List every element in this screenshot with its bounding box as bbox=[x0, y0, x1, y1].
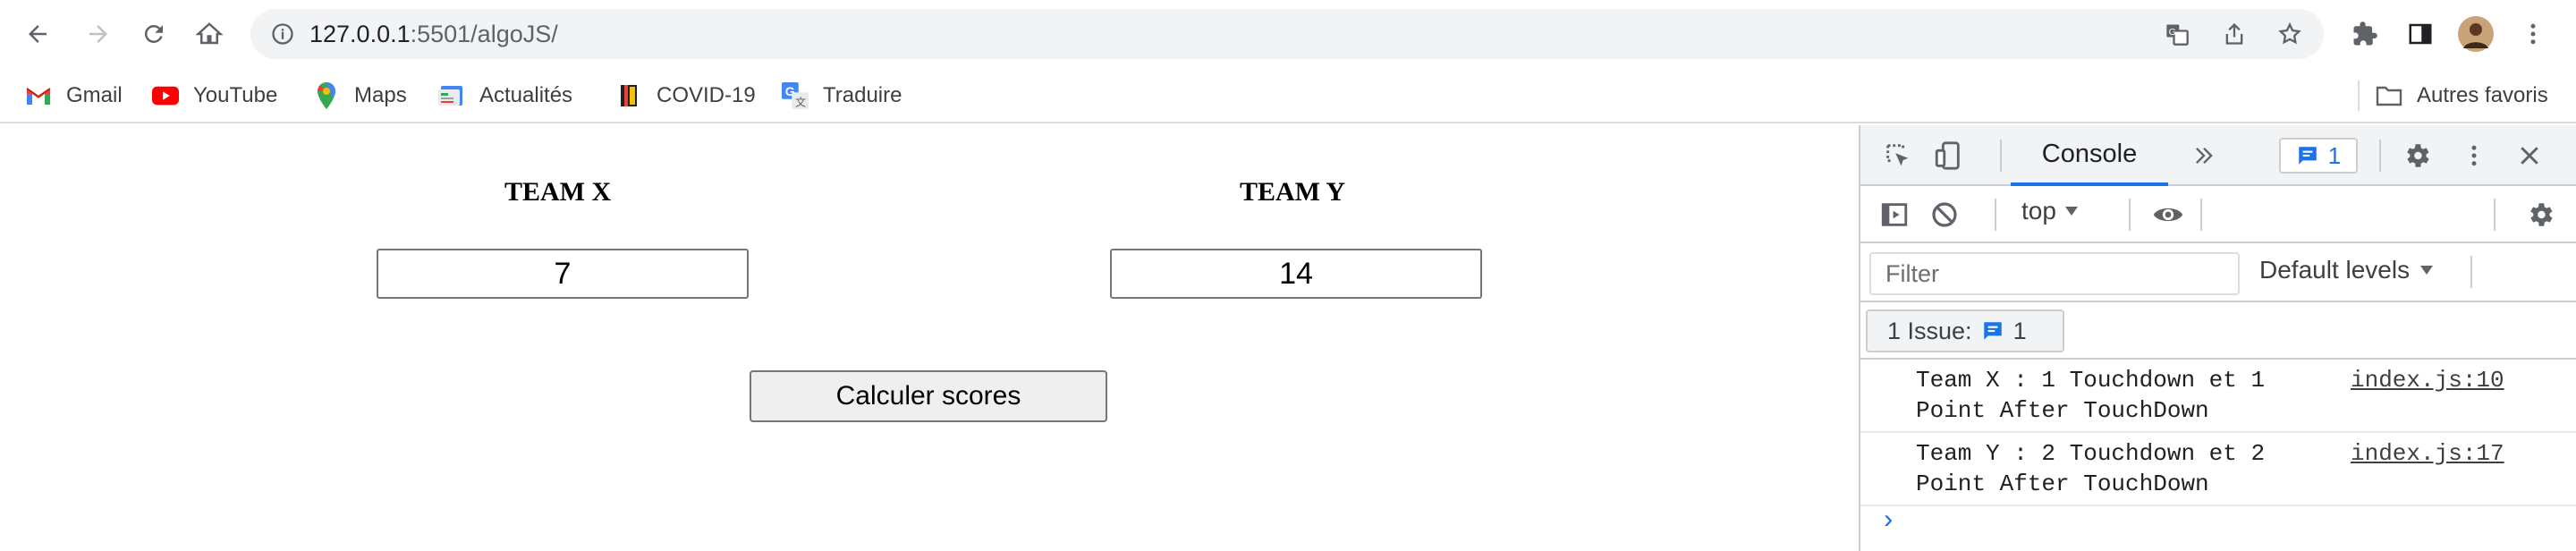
device-toolbar-icon[interactable] bbox=[1930, 138, 1966, 174]
console-source-link[interactable]: index.js:17 bbox=[2351, 438, 2504, 469]
filter-divider bbox=[2470, 256, 2472, 288]
context-label: top bbox=[2021, 197, 2056, 225]
bookmark-gmail[interactable]: Gmail bbox=[25, 81, 123, 111]
issues-label: 1 Issue: bbox=[1887, 317, 1972, 344]
bookmark-label: YouTube bbox=[193, 83, 278, 107]
sidebar-toggle-icon[interactable] bbox=[1877, 197, 1912, 233]
extensions-icon[interactable] bbox=[2347, 16, 2383, 52]
bookmark-maps[interactable]: Maps bbox=[313, 81, 407, 111]
bookmarks-divider bbox=[2358, 81, 2360, 111]
console-prompt-icon[interactable]: › bbox=[1880, 506, 1896, 537]
browser-toolbar: 127.0.0.1:5501/algoJS/ G bbox=[0, 0, 2576, 68]
dropdown-triangle-icon bbox=[2420, 266, 2434, 275]
team-y-title: TEAM Y bbox=[1240, 177, 1346, 207]
console-message: Team Y : 2 Touchdown et 2 Point After To… bbox=[1860, 433, 2576, 506]
translate-icon: G文 bbox=[782, 82, 809, 109]
more-menu-icon[interactable] bbox=[2515, 16, 2551, 52]
issues-count: 1 bbox=[2012, 317, 2027, 344]
tabbar-divider bbox=[2000, 140, 2002, 172]
live-expression-eye-icon[interactable] bbox=[2150, 197, 2186, 233]
bookmark-traduire[interactable]: G文 Traduire bbox=[782, 81, 902, 111]
message-icon bbox=[2299, 147, 2317, 165]
bookmark-label: COVID-19 bbox=[657, 83, 756, 107]
url-host: 127.0.0.1 bbox=[309, 21, 411, 47]
maps-icon bbox=[313, 82, 340, 109]
log-levels-dropdown[interactable]: Default levels bbox=[2259, 256, 2435, 284]
context-selector[interactable]: top bbox=[2021, 197, 2080, 225]
bookmark-label: Actualités bbox=[479, 83, 573, 107]
clear-console-icon[interactable] bbox=[1927, 197, 1962, 233]
team-x-score-input[interactable] bbox=[377, 249, 749, 299]
toolbar-divider bbox=[1995, 199, 1996, 231]
console-messages-badge[interactable]: 1 bbox=[2279, 138, 2358, 174]
more-tabs-chevron-icon[interactable] bbox=[2186, 138, 2222, 174]
toolbar-divider bbox=[2200, 199, 2202, 231]
folder-icon bbox=[2376, 82, 2402, 109]
console-settings-gear-icon[interactable] bbox=[2522, 197, 2558, 233]
console-source-link[interactable]: index.js:10 bbox=[2351, 365, 2504, 395]
devtools-tabbar: Console 1 bbox=[1860, 125, 2576, 186]
console-message-text: Team X : 1 Touchdown et 1 Point After To… bbox=[1916, 367, 2266, 424]
issues-bar: 1 Issue: 1 bbox=[1860, 302, 2576, 360]
toolbar-divider bbox=[2129, 199, 2131, 231]
team-y-score-input[interactable] bbox=[1110, 249, 1482, 299]
profile-avatar[interactable] bbox=[2458, 16, 2494, 52]
reload-icon[interactable] bbox=[136, 16, 172, 52]
dropdown-triangle-icon bbox=[2064, 207, 2078, 216]
bookmark-star-icon[interactable] bbox=[2275, 20, 2304, 48]
bookmark-covid[interactable]: COVID-19 bbox=[615, 81, 756, 111]
covid-icon bbox=[615, 82, 642, 109]
calculate-scores-button[interactable]: Calculer scores bbox=[750, 370, 1107, 422]
settings-gear-icon[interactable] bbox=[2399, 138, 2435, 174]
gmail-icon bbox=[25, 82, 52, 109]
back-arrow-icon[interactable] bbox=[20, 16, 55, 52]
svg-text:文: 文 bbox=[795, 95, 806, 108]
address-bar[interactable]: 127.0.0.1:5501/algoJS/ G bbox=[250, 9, 2324, 59]
toolbar-divider bbox=[2494, 199, 2496, 231]
page-content: TEAM X TEAM Y Calculer scores bbox=[0, 125, 1859, 551]
console-toolbar: top bbox=[1860, 186, 2576, 243]
bookmark-other-folder[interactable]: Autres favoris bbox=[2376, 81, 2548, 111]
close-devtools-icon[interactable] bbox=[2512, 138, 2547, 174]
side-panel-icon[interactable] bbox=[2402, 16, 2438, 52]
youtube-icon bbox=[152, 82, 179, 109]
url-path: :5501/algoJS/ bbox=[410, 21, 558, 47]
tab-console[interactable]: Console bbox=[2011, 125, 2168, 186]
translate-page-icon[interactable]: G bbox=[2163, 20, 2191, 48]
inspect-element-icon[interactable] bbox=[1880, 138, 1916, 174]
forward-arrow-icon[interactable] bbox=[80, 16, 116, 52]
bookmark-label: Maps bbox=[354, 83, 407, 107]
bookmark-label: Autres favoris bbox=[2417, 83, 2548, 107]
devtools-panel: Console 1 top Filter Default levels 1 Is… bbox=[1859, 125, 2576, 551]
console-message-text: Team Y : 2 Touchdown et 2 Point After To… bbox=[1916, 440, 2266, 497]
messages-count: 1 bbox=[2327, 141, 2342, 169]
issue-message-icon bbox=[1983, 322, 2002, 340]
filter-bar: Default levels bbox=[1860, 243, 2576, 302]
issues-button[interactable]: 1 Issue: 1 bbox=[1866, 309, 2064, 352]
team-x-title: TEAM X bbox=[504, 177, 612, 207]
news-icon bbox=[438, 82, 465, 109]
bookmark-label: Traduire bbox=[823, 83, 902, 107]
console-message: Team X : 1 Touchdown et 1 Point After To… bbox=[1860, 360, 2576, 433]
log-levels-label: Default levels bbox=[2259, 256, 2411, 284]
tabbar-divider bbox=[2379, 140, 2381, 172]
console-filter-input[interactable] bbox=[1869, 252, 2240, 295]
svg-text:G: G bbox=[2169, 27, 2176, 38]
bookmark-label: Gmail bbox=[66, 83, 123, 107]
devtools-menu-icon[interactable] bbox=[2456, 138, 2492, 174]
bookmarks-bar: Gmail YouTube Maps Actualités COVID-19 G… bbox=[0, 68, 2576, 123]
site-info-icon[interactable] bbox=[270, 21, 295, 47]
bookmark-youtube[interactable]: YouTube bbox=[152, 81, 277, 111]
home-icon[interactable] bbox=[191, 16, 227, 52]
url-text[interactable]: 127.0.0.1:5501/algoJS/ bbox=[309, 21, 558, 48]
bookmark-actualites[interactable]: Actualités bbox=[438, 81, 572, 111]
share-icon[interactable] bbox=[2220, 20, 2249, 48]
